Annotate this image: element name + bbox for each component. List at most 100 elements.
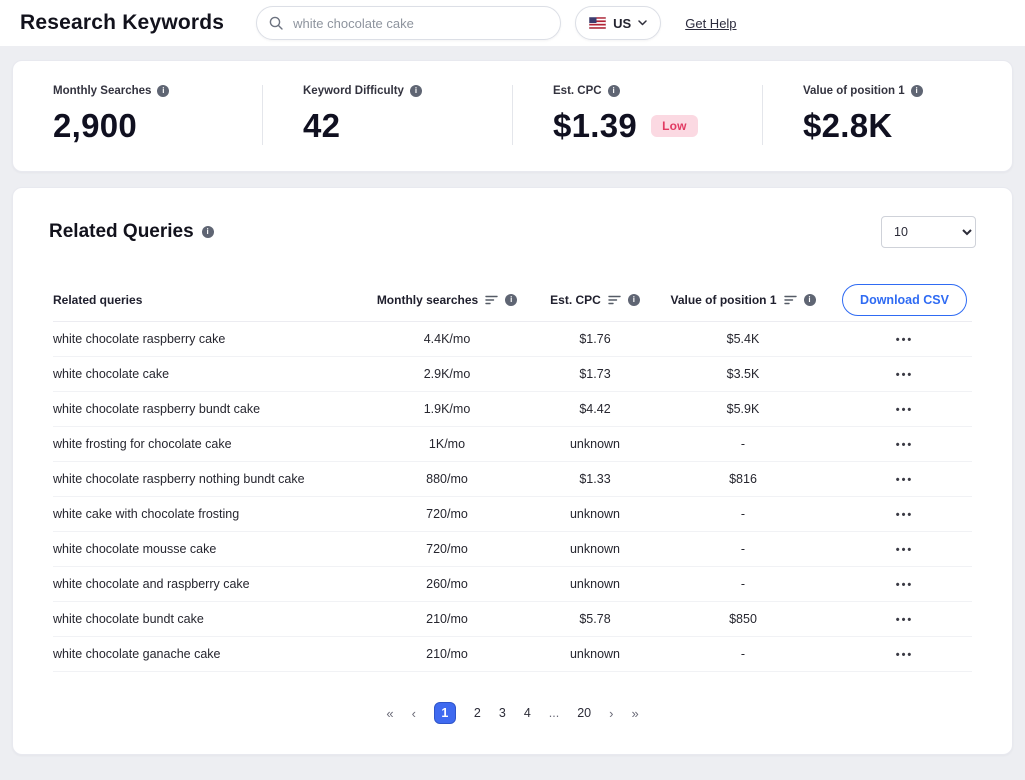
info-icon[interactable] — [608, 85, 620, 97]
monthly-searches-cell: 260/mo — [353, 577, 541, 591]
query-cell[interactable]: white chocolate raspberry cake — [53, 332, 353, 346]
row-actions-icon[interactable]: ••• — [896, 509, 914, 521]
page-title: Research Keywords — [20, 11, 224, 35]
stat-est-cpc: Est. CPC $1.39 Low — [512, 85, 762, 145]
query-cell[interactable]: white chocolate ganache cake — [53, 647, 353, 661]
stat-value: 2,900 — [53, 107, 262, 145]
table-row: white chocolate and raspberry cake 260/m… — [53, 567, 972, 602]
monthly-searches-cell: 2.9K/mo — [353, 367, 541, 381]
info-icon[interactable] — [505, 294, 517, 306]
info-icon[interactable] — [804, 294, 816, 306]
cpc-cell: unknown — [541, 437, 649, 451]
info-icon[interactable] — [628, 294, 640, 306]
pagination-last[interactable]: » — [631, 706, 638, 721]
cpc-cell: $1.76 — [541, 332, 649, 346]
download-csv-button[interactable]: Download CSV — [842, 284, 967, 316]
sort-icon[interactable] — [608, 295, 621, 305]
search-input[interactable] — [256, 6, 561, 40]
keyword-search — [256, 6, 561, 40]
value-cell: $850 — [649, 612, 837, 626]
search-icon — [269, 16, 283, 30]
cpc-cell: $5.78 — [541, 612, 649, 626]
table-row: white chocolate bundt cake 210/mo $5.78 … — [53, 602, 972, 637]
col-monthly-searches: Monthly searches — [353, 293, 541, 307]
chevron-down-icon — [638, 20, 647, 26]
info-icon[interactable] — [202, 226, 214, 238]
query-cell[interactable]: white chocolate cake — [53, 367, 353, 381]
info-icon[interactable] — [410, 85, 422, 97]
pagination-first[interactable]: « — [386, 706, 393, 721]
cpc-low-badge: Low — [651, 115, 698, 137]
stat-value-of-position-1: Value of position 1 $2.8K — [762, 85, 1012, 145]
pagination: « ‹ 1 2 3 4 ... 20 › » — [13, 702, 1012, 724]
cpc-cell: unknown — [541, 647, 649, 661]
cpc-cell: unknown — [541, 542, 649, 556]
country-selector[interactable]: US — [575, 6, 661, 40]
monthly-searches-cell: 4.4K/mo — [353, 332, 541, 346]
col-related-queries: Related queries — [53, 293, 353, 307]
row-actions-icon[interactable]: ••• — [896, 614, 914, 626]
pagination-page-3[interactable]: 3 — [499, 706, 506, 720]
table-row: white cake with chocolate frosting 720/m… — [53, 497, 972, 532]
query-cell[interactable]: white chocolate and raspberry cake — [53, 577, 353, 591]
query-cell[interactable]: white frosting for chocolate cake — [53, 437, 353, 451]
cpc-cell: unknown — [541, 507, 649, 521]
stat-value: $2.8K — [803, 107, 1012, 145]
cpc-cell: unknown — [541, 577, 649, 591]
value-cell: - — [649, 437, 837, 451]
table-row: white chocolate raspberry nothing bundt … — [53, 462, 972, 497]
col-value-of-position-1: Value of position 1 — [649, 293, 837, 307]
row-actions-icon[interactable]: ••• — [896, 649, 914, 661]
monthly-searches-cell: 210/mo — [353, 612, 541, 626]
row-actions-icon[interactable]: ••• — [896, 404, 914, 416]
row-actions-icon[interactable]: ••• — [896, 439, 914, 451]
sort-icon[interactable] — [485, 295, 498, 305]
cpc-cell: $1.73 — [541, 367, 649, 381]
query-cell[interactable]: white chocolate raspberry nothing bundt … — [53, 472, 353, 486]
table-row: white frosting for chocolate cake 1K/mo … — [53, 427, 972, 462]
pagination-next[interactable]: › — [609, 706, 613, 721]
col-label: Monthly searches — [377, 293, 478, 307]
value-cell: - — [649, 577, 837, 591]
value-cell: $5.4K — [649, 332, 837, 346]
pagination-prev[interactable]: ‹ — [412, 706, 416, 721]
get-help-link[interactable]: Get Help — [685, 16, 736, 31]
stat-keyword-difficulty: Keyword Difficulty 42 — [262, 85, 512, 145]
stat-label: Value of position 1 — [803, 85, 905, 97]
page-size-select[interactable]: 10 — [881, 216, 976, 248]
monthly-searches-cell: 880/mo — [353, 472, 541, 486]
value-cell: - — [649, 542, 837, 556]
stat-label: Monthly Searches — [53, 85, 151, 97]
query-cell[interactable]: white chocolate bundt cake — [53, 612, 353, 626]
query-cell[interactable]: white chocolate mousse cake — [53, 542, 353, 556]
related-queries-card: Related Queries 10 Related queries Month… — [12, 187, 1013, 755]
pagination-page-4[interactable]: 4 — [524, 706, 531, 720]
info-icon[interactable] — [911, 85, 923, 97]
table-row: white chocolate mousse cake 720/mo unkno… — [53, 532, 972, 567]
monthly-searches-cell: 210/mo — [353, 647, 541, 661]
row-actions-icon[interactable]: ••• — [896, 579, 914, 591]
col-label: Value of position 1 — [670, 293, 776, 307]
related-queries-title: Related Queries — [49, 221, 194, 243]
row-actions-icon[interactable]: ••• — [896, 474, 914, 486]
stat-label: Est. CPC — [553, 85, 602, 97]
top-bar: Research Keywords US Get Help — [0, 0, 1025, 46]
pagination-page-2[interactable]: 2 — [474, 706, 481, 720]
value-cell: $816 — [649, 472, 837, 486]
stat-value: $1.39 — [553, 107, 637, 145]
query-cell[interactable]: white chocolate raspberry bundt cake — [53, 402, 353, 416]
cpc-cell: $4.42 — [541, 402, 649, 416]
pagination-page-20[interactable]: 20 — [577, 706, 591, 720]
value-cell: $5.9K — [649, 402, 837, 416]
value-cell: $3.5K — [649, 367, 837, 381]
us-flag-icon — [589, 17, 606, 29]
row-actions-icon[interactable]: ••• — [896, 334, 914, 346]
monthly-searches-cell: 720/mo — [353, 507, 541, 521]
pagination-page-1[interactable]: 1 — [434, 702, 456, 724]
row-actions-icon[interactable]: ••• — [896, 369, 914, 381]
stat-monthly-searches: Monthly Searches 2,900 — [13, 85, 262, 145]
row-actions-icon[interactable]: ••• — [896, 544, 914, 556]
sort-icon[interactable] — [784, 295, 797, 305]
info-icon[interactable] — [157, 85, 169, 97]
query-cell[interactable]: white cake with chocolate frosting — [53, 507, 353, 521]
